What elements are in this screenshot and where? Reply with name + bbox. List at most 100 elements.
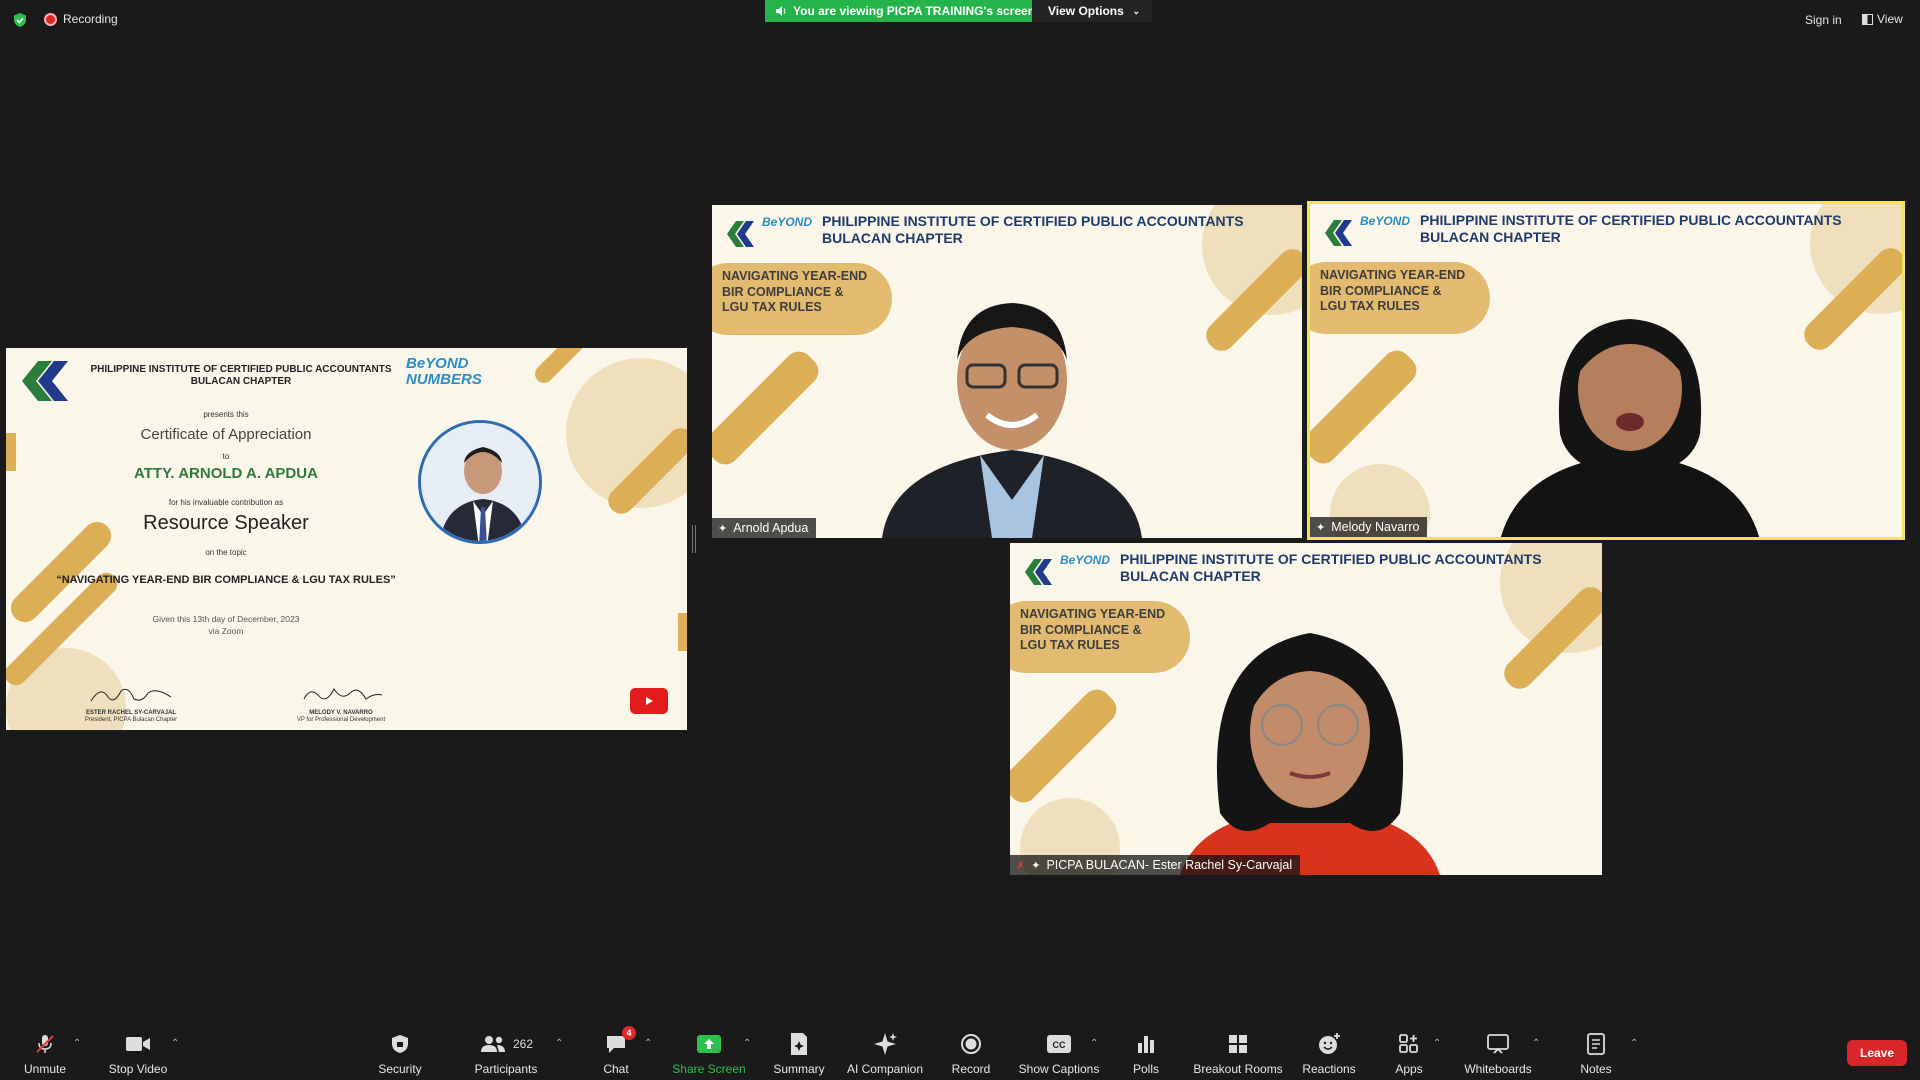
topic-line1: NAVIGATING YEAR-END [1320, 268, 1466, 282]
video-tile-melody-navarro[interactable]: BeYOND PHILIPPINE INSTITUTE OF CERTIFIED… [1307, 201, 1905, 540]
signature-2: MELODY V. NAVARRO VP for Professional De… [276, 683, 406, 724]
notes-label: Notes [1580, 1062, 1612, 1076]
sparkle-icon [874, 1033, 897, 1055]
chevron-up-icon[interactable]: ⌃ [644, 1038, 652, 1049]
participant-name: Arnold Apdua [733, 521, 809, 535]
chevron-up-icon[interactable]: ⌃ [555, 1038, 563, 1049]
stop-video-label: Stop Video [108, 1062, 168, 1076]
leave-button[interactable]: Leave [1847, 1040, 1907, 1066]
participant-name-tag: ✗ ✦ PICPA BULACAN- Ester Rachel Sy-Carva… [1010, 855, 1301, 875]
youtube-icon [630, 688, 668, 714]
chevron-down-icon: ⌄ [1132, 5, 1140, 16]
breakout-rooms-button[interactable]: Breakout Rooms [1188, 1032, 1288, 1076]
video-tile-arnold-apdua[interactable]: BeYOND PHILIPPINE INSTITUTE OF CERTIFIED… [712, 205, 1302, 538]
pin-icon: ✦ [1316, 521, 1326, 534]
tile-org-title: PHILIPPINE INSTITUTE OF CERTIFIED PUBLIC… [1120, 551, 1542, 585]
sig1-name: ESTER RACHEL SY-CARVAJAL [85, 710, 176, 716]
resize-handle[interactable] [692, 525, 696, 553]
participant-video-feed [1180, 633, 1440, 875]
recording-indicator[interactable]: Recording [44, 12, 118, 26]
participants-count: 262 [512, 1037, 534, 1051]
muted-mic-icon: ✗ [1016, 859, 1026, 872]
participant-name: PICPA BULACAN- Ester Rachel Sy-Carvajal [1046, 858, 1293, 872]
participants-icon [480, 1036, 505, 1052]
polls-bar-chart-icon [1138, 1036, 1154, 1053]
layout-icon [1862, 13, 1873, 25]
participants-label: Participants [474, 1062, 538, 1076]
svg-text:CC: CC [1053, 1040, 1066, 1050]
chevron-up-icon[interactable]: ⌃ [1433, 1038, 1441, 1049]
top-bar: Recording You are viewing PICPA TRAINING… [0, 0, 1920, 40]
notes-icon [1587, 1033, 1605, 1055]
tile-org-title: PHILIPPINE INSTITUTE OF CERTIFIED PUBLIC… [1420, 212, 1842, 246]
participant-name-tag: ✦ Arnold Apdua [712, 518, 817, 538]
decor-stripe [1010, 683, 1123, 809]
org-line2: BULACAN CHAPTER [1420, 229, 1561, 245]
meeting-toolbar: Unmute ⌃ Stop Video ⌃ Security 262 Parti… [0, 1018, 1920, 1080]
sig2-title: VP for Professional Development [296, 717, 386, 723]
summary-document-icon [791, 1033, 807, 1055]
share-screen-label: Share Screen [672, 1062, 746, 1076]
org-line1: PHILIPPINE INSTITUTE OF CERTIFIED PUBLIC… [90, 364, 392, 375]
decor-bar [678, 613, 687, 651]
participants-button[interactable]: 262 Participants [456, 1032, 556, 1076]
sign-in-link[interactable]: Sign in [1805, 13, 1842, 27]
security-button[interactable]: Security [350, 1032, 450, 1076]
view-options-button[interactable]: View Options ⌄ [1032, 0, 1152, 22]
cert-given-date: Given this 13th day of December, 2023 [152, 614, 300, 624]
certificate-org-header: PHILIPPINE INSTITUTE OF CERTIFIED PUBLIC… [81, 364, 401, 388]
picpa-logo-icon [1325, 220, 1352, 246]
polls-button[interactable]: Polls [1096, 1032, 1196, 1076]
apps-icon [1399, 1034, 1418, 1053]
decor-stripe [712, 345, 825, 471]
cert-role: Resource Speaker [143, 512, 309, 534]
summary-button[interactable]: Summary [749, 1032, 849, 1076]
reactions-label: Reactions [1302, 1062, 1356, 1076]
apps-label: Apps [1395, 1062, 1423, 1076]
picpa-logo-icon [22, 361, 68, 401]
signature-scribble [90, 688, 172, 702]
record-dot-icon [44, 12, 57, 26]
cert-to: to [222, 452, 230, 461]
picpa-logo-icon [727, 221, 754, 247]
shield-check-icon[interactable] [12, 12, 28, 28]
participant-video-feed [882, 303, 1142, 538]
cert-recipient: ATTY. ARNOLD A. APDUA [134, 465, 318, 482]
viewing-banner-text: You are viewing PICPA TRAINING's screen [793, 4, 1036, 18]
org-line2: BULACAN CHAPTER [822, 230, 963, 246]
decor-stripe [1310, 344, 1423, 470]
sig1-title: President, PICPA Bulacan Chapter [84, 717, 178, 723]
cert-topic: “NAVIGATING YEAR-END BIR COMPLIANCE & LG… [56, 574, 396, 586]
view-button[interactable]: View [1862, 12, 1903, 26]
summary-label: Summary [773, 1062, 825, 1076]
chat-unread-badge: 4 [622, 1026, 636, 1040]
chevron-up-icon[interactable]: ⌃ [73, 1038, 81, 1049]
pin-icon: ✦ [718, 522, 728, 535]
record-label: Record [951, 1062, 991, 1076]
apps-button[interactable]: Apps [1359, 1032, 1459, 1076]
org-line2: BULACAN CHAPTER [1120, 568, 1261, 584]
cert-on-topic: on the topic [205, 548, 247, 557]
chevron-up-icon[interactable]: ⌃ [1532, 1038, 1540, 1049]
ai-companion-button[interactable]: AI Companion [835, 1032, 935, 1076]
cert-contribution: for his invaluable contribution as [168, 498, 284, 507]
org-line1: PHILIPPINE INSTITUTE OF CERTIFIED PUBLIC… [1120, 551, 1542, 567]
participant-name: Melody Navarro [1331, 520, 1420, 534]
shared-screen[interactable]: PHILIPPINE INSTITUTE OF CERTIFIED PUBLIC… [6, 348, 687, 730]
chevron-up-icon[interactable]: ⌃ [171, 1038, 179, 1049]
video-tile-ester-rachel[interactable]: BeYOND PHILIPPINE INSTITUTE OF CERTIFIED… [1010, 543, 1602, 875]
whiteboards-label: Whiteboards [1464, 1062, 1532, 1076]
show-captions-label: Show Captions [1018, 1062, 1100, 1076]
breakout-rooms-grid-icon [1229, 1035, 1247, 1053]
topic-line2: BIR COMPLIANCE & [1320, 283, 1442, 298]
chevron-up-icon[interactable]: ⌃ [1630, 1038, 1638, 1049]
video-camera-icon [126, 1037, 150, 1051]
record-button[interactable]: Record [921, 1032, 1021, 1076]
shield-icon [392, 1035, 408, 1053]
breakout-rooms-label: Breakout Rooms [1193, 1062, 1283, 1076]
tile-org-title: PHILIPPINE INSTITUTE OF CERTIFIED PUBLIC… [822, 213, 1244, 247]
person-photo-icon [421, 423, 539, 541]
cert-presents: presents this [203, 410, 249, 419]
record-icon [961, 1034, 981, 1054]
signature-scribble [303, 688, 383, 700]
